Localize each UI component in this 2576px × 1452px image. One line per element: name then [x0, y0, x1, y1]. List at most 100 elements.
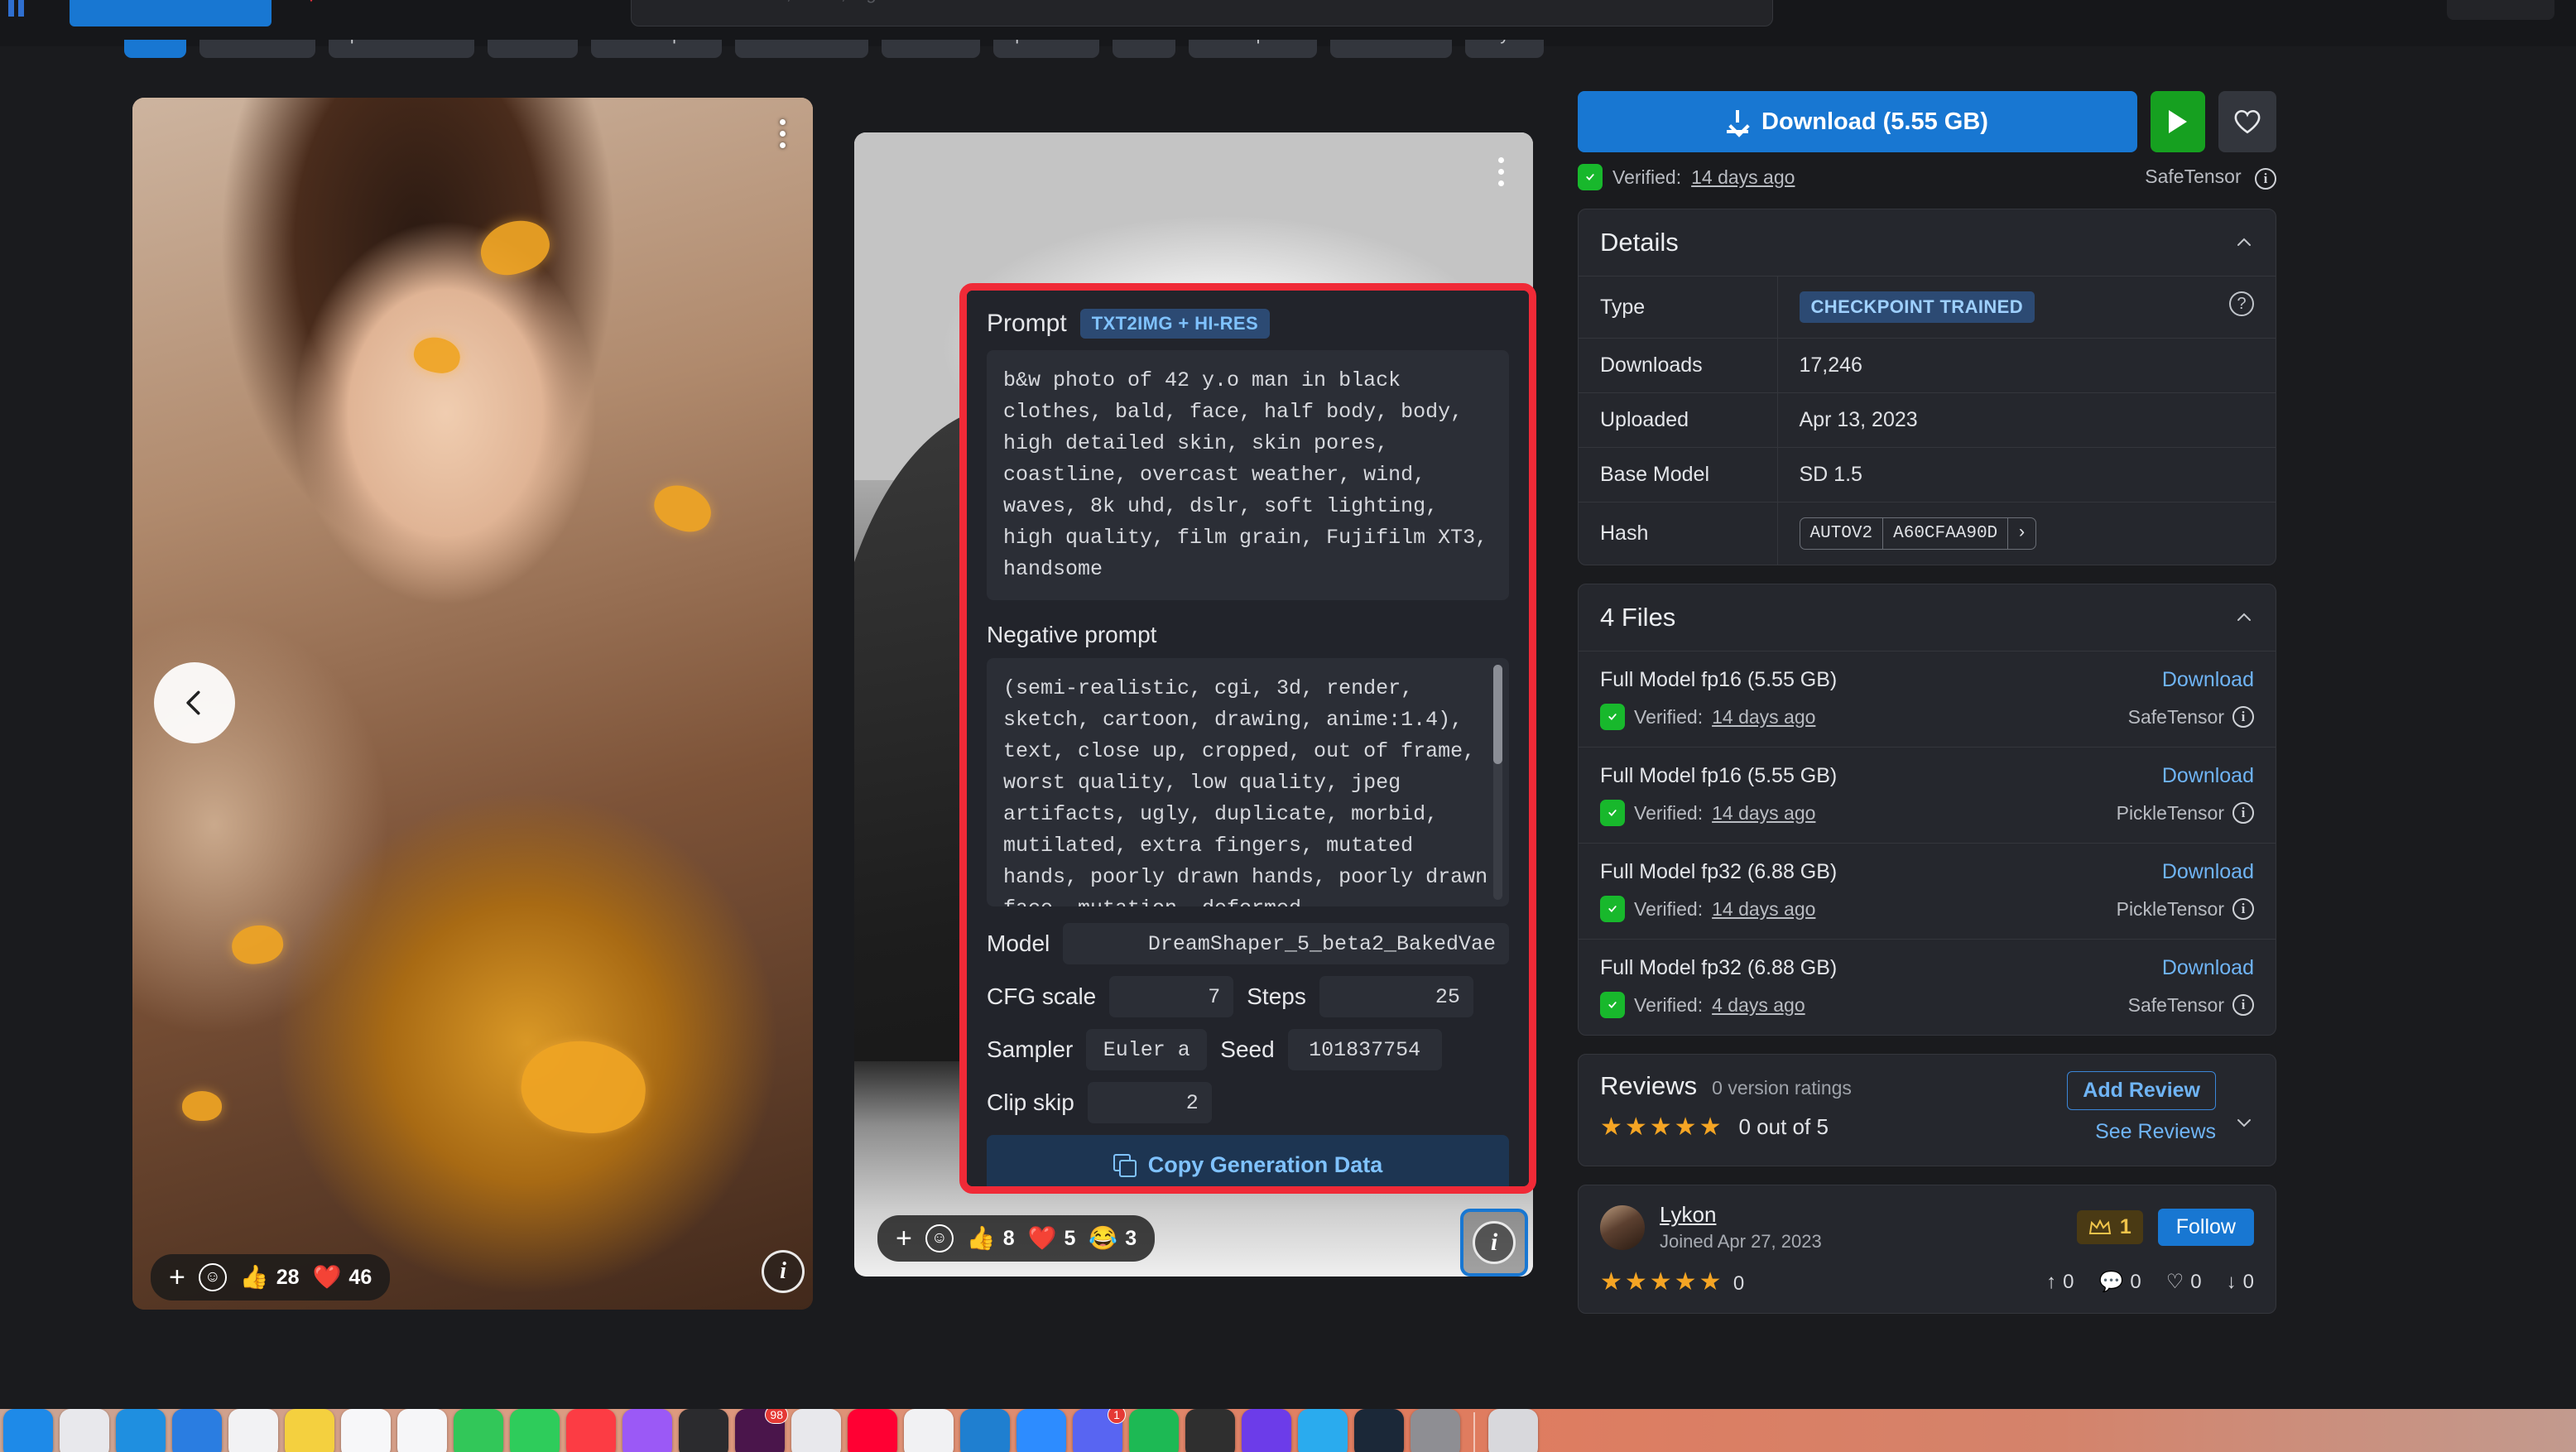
chevron-right-icon[interactable]: › [2008, 518, 2035, 549]
play-icon [2169, 110, 2187, 133]
reaction-bar-mid[interactable]: + ☺ 👍 8 ❤️ 5 😂 3 [877, 1215, 1156, 1262]
image-info-button-mid[interactable]: i [1460, 1209, 1528, 1277]
dock-icon-telegram[interactable] [1298, 1409, 1348, 1452]
row-key: Type [1579, 276, 1778, 339]
files-header[interactable]: 4 Files [1579, 584, 2276, 651]
dock-icon-facetime[interactable] [510, 1409, 560, 1452]
avatar[interactable] [1600, 1204, 1645, 1250]
sidebar-toggle-icon[interactable] [8, 0, 33, 17]
chevron-down-icon[interactable] [2234, 1113, 2254, 1132]
emoji-picker-icon[interactable]: ☺ [925, 1224, 954, 1252]
dock-icon-slack[interactable]: 98 [735, 1409, 788, 1452]
author-name[interactable]: Lykon [1660, 1202, 1822, 1228]
dock-icon-settings[interactable] [1411, 1409, 1460, 1452]
tag-chip-woman[interactable]: woman [881, 40, 981, 58]
image-info-button-left[interactable]: i [762, 1250, 805, 1293]
download-button[interactable]: Download (5.55 GB) [1578, 91, 2137, 152]
tag-chip-3d[interactable]: 3d [1113, 40, 1175, 58]
row-value: 17,246 [1777, 338, 2276, 393]
dock-icon-chrome[interactable] [904, 1409, 954, 1452]
chevron-down-icon[interactable] [302, 0, 320, 7]
dock-icon-music[interactable] [566, 1409, 616, 1452]
dock-icon-figma[interactable] [791, 1409, 841, 1452]
info-icon[interactable]: i [2232, 802, 2254, 824]
dock-icon-trash[interactable] [1488, 1409, 1538, 1452]
dock-icon-notion[interactable] [1185, 1409, 1235, 1452]
active-browser-tab[interactable] [70, 0, 272, 26]
file-verified-label: Verified: [1634, 993, 1704, 1016]
add-reaction-button[interactable]: + [896, 1224, 912, 1252]
copy-generation-data-button[interactable]: Copy Generation Data [987, 1135, 1509, 1186]
dock-icon-finder[interactable] [3, 1409, 53, 1452]
file-download-link[interactable]: Download [2162, 764, 2254, 788]
dock-icon-obsidian[interactable] [1242, 1409, 1291, 1452]
dock-icon-photos[interactable] [397, 1409, 447, 1452]
dock-icon-spotify[interactable] [1129, 1409, 1179, 1452]
favorite-button[interactable] [2218, 91, 2276, 152]
reaction-bar-left[interactable]: + ☺ 👍 28 ❤️ 46 [151, 1254, 391, 1301]
tag-chip-All[interactable]: All [124, 40, 187, 58]
chevron-up-icon[interactable] [2234, 233, 2254, 252]
shield-check-icon [1578, 164, 1603, 190]
reaction-heart[interactable]: ❤️ 46 [313, 1266, 372, 1290]
dock-icon-safari[interactable] [116, 1409, 166, 1452]
reaction-heart[interactable]: ❤️ 5 [1028, 1227, 1076, 1251]
run-model-button[interactable] [2151, 91, 2205, 152]
file-verified-date[interactable]: 14 days ago [1712, 898, 1815, 921]
follow-button[interactable]: Follow [2157, 1209, 2254, 1246]
gallery-prev-button[interactable] [154, 662, 235, 743]
details-header[interactable]: Details [1579, 209, 2276, 276]
dock-icon-podcasts[interactable] [622, 1409, 672, 1452]
reaction-thumbs-up[interactable]: 👍 28 [240, 1266, 300, 1290]
dock-icon-steam[interactable] [1354, 1409, 1404, 1452]
info-icon[interactable]: i [2255, 167, 2276, 190]
info-icon[interactable]: i [2232, 898, 2254, 920]
verified-date[interactable]: 14 days ago [1691, 166, 1795, 189]
tag-chip-style[interactable]: style [1465, 40, 1545, 58]
tag-chip-concept-art[interactable]: concept art [1188, 40, 1318, 58]
add-reaction-button[interactable]: + [169, 1263, 185, 1291]
tag-chip-portraits[interactable]: portraits [993, 40, 1100, 58]
file-download-link[interactable]: Download [2162, 956, 2254, 980]
reaction-joy[interactable]: 😂 3 [1089, 1227, 1137, 1251]
tag-chip-landscapes[interactable]: landscapes [590, 40, 723, 58]
dock-icon-reminders[interactable] [341, 1409, 391, 1452]
tag-chip-photorealistic[interactable]: photorealistic [328, 40, 474, 58]
dock-icon-terminal[interactable] [679, 1409, 728, 1452]
add-review-button[interactable]: Add Review [2067, 1071, 2216, 1110]
author-star-count: 0 [1733, 1272, 1747, 1295]
dock-icon-mail[interactable] [172, 1409, 222, 1452]
verified-label: Verified: [1612, 166, 1682, 188]
info-icon[interactable]: i [2232, 706, 2254, 728]
file-verified-date[interactable]: 14 days ago [1712, 706, 1815, 728]
file-download-link[interactable]: Download [2162, 668, 2254, 692]
tag-chip-anime[interactable]: anime [487, 40, 578, 58]
image-options-icon[interactable] [1487, 152, 1515, 190]
file-verified-date[interactable]: 4 days ago [1712, 994, 1805, 1017]
dock-icon-discord[interactable]: 1 [1073, 1409, 1126, 1452]
image-options-icon[interactable] [768, 114, 796, 152]
search-input[interactable]: Search models, users, tags [631, 0, 1773, 26]
hash-pill[interactable]: AUTOV2 A60CFAA90D › [1799, 517, 2036, 550]
dock-icon-zoom[interactable] [1016, 1409, 1066, 1452]
tag-chip-illustration[interactable]: illustration [1330, 40, 1453, 58]
dock-icon-launchpad[interactable] [60, 1409, 109, 1452]
scrollbar-thumb[interactable] [1493, 665, 1502, 764]
dock-icon-calendar[interactable] [228, 1409, 278, 1452]
info-icon[interactable]: i [2232, 994, 2254, 1016]
chevron-up-icon[interactable] [2234, 608, 2254, 627]
emoji-picker-icon[interactable]: ☺ [198, 1263, 227, 1291]
account-menu[interactable] [2447, 0, 2554, 20]
reaction-thumbs-up[interactable]: 👍 8 [967, 1227, 1015, 1251]
file-download-link[interactable]: Download [2162, 860, 2254, 884]
tag-chip-base-model[interactable]: base model [735, 40, 868, 58]
dock-icon-notes[interactable] [285, 1409, 334, 1452]
tag-chip-character[interactable]: character [199, 40, 315, 58]
help-icon[interactable]: ? [2229, 291, 2254, 316]
dock-icon-vscode[interactable] [960, 1409, 1010, 1452]
negative-prompt-scroll-area[interactable]: (semi-realistic, cgi, 3d, render, sketch… [987, 658, 1509, 906]
file-verified-date[interactable]: 14 days ago [1712, 802, 1815, 825]
dock-icon-youtube[interactable] [848, 1409, 897, 1452]
dock-icon-messages[interactable] [454, 1409, 503, 1452]
see-reviews-link[interactable]: See Reviews [2095, 1120, 2216, 1144]
